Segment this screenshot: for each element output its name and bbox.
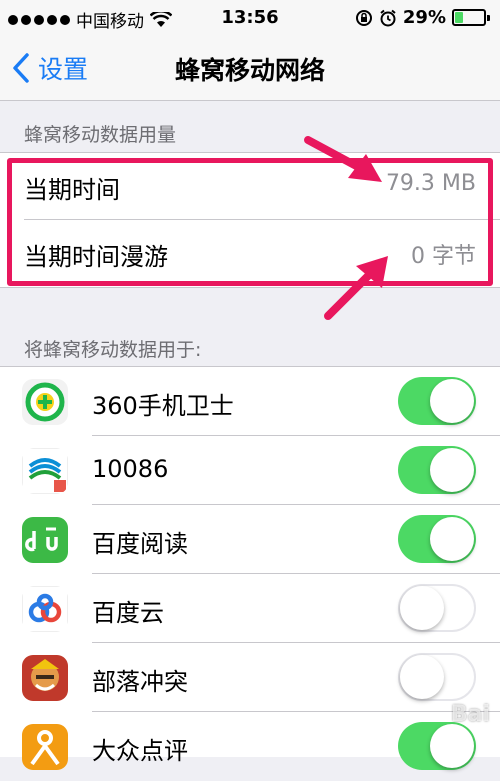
cellular-toggle[interactable]: [398, 584, 476, 632]
status-bar: 中国移动 13:56 29%: [0, 0, 500, 34]
watermark: Bai: [450, 702, 490, 727]
dianping-icon: [22, 724, 68, 770]
cellular-toggle[interactable]: [398, 377, 476, 425]
cellular-toggle[interactable]: [398, 515, 476, 563]
navigation-bar: 设置 蜂窝移动网络: [0, 34, 500, 101]
app-name: 大众点评: [92, 737, 188, 765]
app-name: 10086: [92, 455, 169, 483]
baidu-cloud-icon: [22, 586, 68, 632]
status-right: 29%: [355, 7, 490, 28]
clash-of-clans-icon: [22, 655, 68, 701]
app-name: 360手机卫士: [92, 392, 234, 420]
cellular-toggle[interactable]: [398, 722, 476, 770]
usage-section-header: 蜂窝移动数据用量: [24, 124, 177, 146]
app-name: 百度云: [92, 599, 164, 627]
alarm-icon: [380, 9, 396, 26]
battery-percent: 29%: [402, 7, 446, 28]
app-row: 大众点评: [0, 712, 500, 781]
app-name: 部落冲突: [92, 668, 188, 696]
battery-icon: [452, 9, 490, 26]
app-row: 部落冲突: [0, 643, 500, 712]
annotation-arrow-icon: [324, 256, 388, 320]
app-row: 360手机卫士: [0, 367, 500, 436]
annotation-arrow-icon: [304, 136, 382, 182]
360-security-icon: [22, 379, 68, 425]
app-name: 百度阅读: [92, 530, 188, 558]
cellular-toggle[interactable]: [398, 446, 476, 494]
annotation-highlight-box: [7, 158, 493, 286]
app-list: 360手机卫士 10086 百度阅读 百度云 部落冲突 大众点评: [0, 366, 500, 770]
cellular-toggle[interactable]: [398, 653, 476, 701]
app-row: 百度阅读: [0, 505, 500, 574]
rotation-lock-icon: [355, 9, 372, 26]
apps-section-header: 将蜂窝移动数据用于:: [24, 339, 202, 361]
app-row: 10086: [0, 436, 500, 505]
app-row: 百度云: [0, 574, 500, 643]
page-title: 蜂窝移动网络: [174, 56, 325, 85]
baidu-read-icon: [22, 517, 68, 563]
china-mobile-icon: [22, 448, 68, 494]
